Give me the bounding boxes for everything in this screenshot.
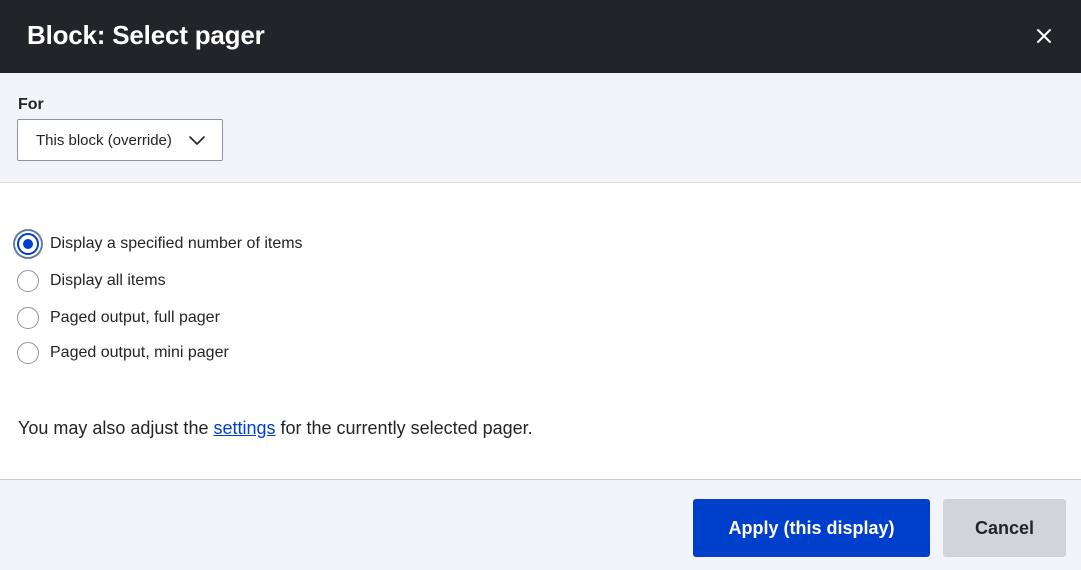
select-pager-dialog: Block: Select pager For This block (over… bbox=[0, 0, 1081, 570]
dialog-titlebar: Block: Select pager bbox=[0, 0, 1081, 73]
for-select[interactable]: This block (override) bbox=[17, 119, 223, 161]
cancel-button[interactable]: Cancel bbox=[943, 499, 1066, 557]
dialog-title: Block: Select pager bbox=[27, 20, 265, 50]
for-label: For bbox=[18, 96, 44, 113]
radio-button[interactable] bbox=[17, 270, 39, 292]
description-text-before: You may also adjust the bbox=[18, 418, 214, 438]
radio-label: Display all items bbox=[50, 272, 166, 289]
settings-link[interactable]: settings bbox=[213, 418, 275, 438]
apply-button[interactable]: Apply (this display) bbox=[693, 499, 930, 557]
for-select-value: This block (override) bbox=[36, 131, 172, 149]
radio-button[interactable] bbox=[17, 233, 39, 255]
radio-label: Display a specified number of items bbox=[50, 235, 303, 252]
pager-option-none[interactable]: Display all items bbox=[17, 268, 166, 294]
close-icon bbox=[1037, 29, 1051, 43]
pager-description: You may also adjust the settings for the… bbox=[18, 416, 533, 440]
pager-option-full[interactable]: Paged output, full pager bbox=[17, 305, 220, 331]
pager-option-some[interactable]: Display a specified number of items bbox=[17, 231, 303, 257]
dialog-footer: Apply (this display) Cancel bbox=[0, 479, 1081, 570]
close-button[interactable] bbox=[1025, 17, 1063, 55]
chevron-down-icon bbox=[189, 136, 205, 145]
radio-label: Paged output, mini pager bbox=[50, 344, 229, 361]
radio-button[interactable] bbox=[17, 342, 39, 364]
description-text-after: for the currently selected pager. bbox=[275, 418, 533, 438]
radio-button[interactable] bbox=[17, 307, 39, 329]
pager-option-mini[interactable]: Paged output, mini pager bbox=[17, 340, 229, 366]
for-section: For This block (override) bbox=[0, 73, 1081, 183]
radio-label: Paged output, full pager bbox=[50, 309, 220, 326]
